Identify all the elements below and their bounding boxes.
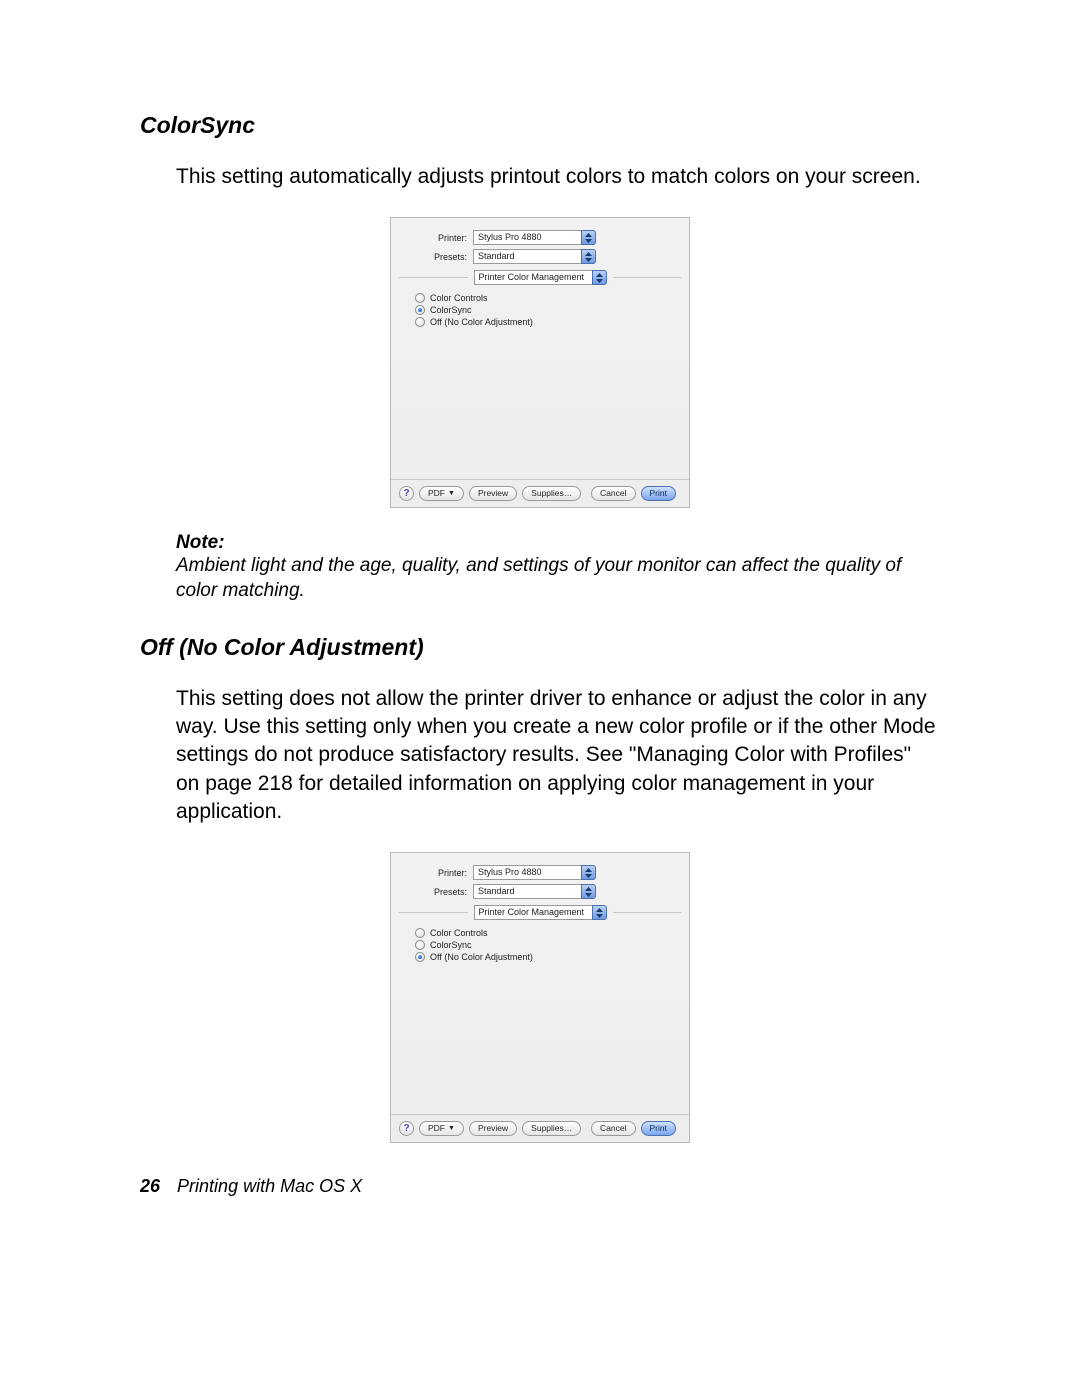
combo-presets-value: Standard: [473, 249, 581, 264]
preview-button[interactable]: Preview: [469, 1121, 517, 1136]
radio-colorsync[interactable]: ColorSync: [415, 305, 689, 315]
combo-printer-value: Stylus Pro 4880: [473, 865, 581, 880]
help-button[interactable]: ?: [399, 1121, 414, 1136]
combo-pane[interactable]: Printer Color Management: [474, 905, 607, 920]
pdf-button[interactable]: PDF▼: [419, 1121, 464, 1136]
radio-label: Color Controls: [430, 928, 488, 938]
cancel-button[interactable]: Cancel: [591, 486, 635, 501]
radio-icon: [415, 928, 425, 938]
label-printer: Printer:: [391, 233, 473, 243]
radio-label: ColorSync: [430, 940, 472, 950]
radio-icon: [415, 317, 425, 327]
radio-colorsync[interactable]: ColorSync: [415, 940, 689, 950]
paragraph-colorsync: This setting automatically adjusts print…: [176, 163, 940, 191]
updown-icon[interactable]: [592, 905, 607, 920]
label-presets: Presets:: [391, 887, 473, 897]
combo-printer[interactable]: Stylus Pro 4880: [473, 230, 596, 245]
radio-icon: [415, 952, 425, 962]
heading-off-no-color: Off (No Color Adjustment): [140, 634, 940, 661]
paragraph-off-no-color: This setting does not allow the printer …: [176, 685, 940, 827]
preview-button[interactable]: Preview: [469, 486, 517, 501]
note-heading: Note:: [176, 532, 940, 554]
updown-icon[interactable]: [592, 270, 607, 285]
radio-color-controls[interactable]: Color Controls: [415, 293, 689, 303]
cancel-button[interactable]: Cancel: [591, 1121, 635, 1136]
label-presets: Presets:: [391, 252, 473, 262]
radio-icon: [415, 940, 425, 950]
print-button[interactable]: Print: [641, 1121, 676, 1136]
separator: [613, 277, 682, 278]
radio-off[interactable]: Off (No Color Adjustment): [415, 317, 689, 327]
combo-pane-value: Printer Color Management: [474, 270, 592, 285]
radio-color-controls[interactable]: Color Controls: [415, 928, 689, 938]
radio-label: Off (No Color Adjustment): [430, 317, 533, 327]
note-text: Ambient light and the age, quality, and …: [176, 554, 940, 603]
combo-printer-value: Stylus Pro 4880: [473, 230, 581, 245]
screenshot-dialog-colorsync: Printer: Stylus Pro 4880 Presets: Standa…: [390, 217, 690, 508]
chevron-down-icon: ▼: [448, 487, 455, 500]
footer-title: Printing with Mac OS X: [177, 1176, 362, 1196]
separator: [613, 912, 682, 913]
page-number: 26: [140, 1176, 160, 1196]
radio-label: ColorSync: [430, 305, 472, 315]
supplies-button[interactable]: Supplies…: [522, 1121, 581, 1136]
radio-off[interactable]: Off (No Color Adjustment): [415, 952, 689, 962]
updown-icon[interactable]: [581, 249, 596, 264]
combo-printer[interactable]: Stylus Pro 4880: [473, 865, 596, 880]
label-printer: Printer:: [391, 868, 473, 878]
combo-pane-value: Printer Color Management: [474, 905, 592, 920]
updown-icon[interactable]: [581, 865, 596, 880]
help-button[interactable]: ?: [399, 486, 414, 501]
updown-icon[interactable]: [581, 884, 596, 899]
radio-label: Color Controls: [430, 293, 488, 303]
radio-icon: [415, 305, 425, 315]
combo-presets[interactable]: Standard: [473, 884, 596, 899]
combo-presets[interactable]: Standard: [473, 249, 596, 264]
chevron-down-icon: ▼: [448, 1122, 455, 1135]
separator: [399, 277, 468, 278]
combo-pane[interactable]: Printer Color Management: [474, 270, 607, 285]
screenshot-dialog-off: Printer: Stylus Pro 4880 Presets: Standa…: [390, 852, 690, 1143]
supplies-button[interactable]: Supplies…: [522, 486, 581, 501]
combo-presets-value: Standard: [473, 884, 581, 899]
updown-icon[interactable]: [581, 230, 596, 245]
page-footer: 26 Printing with Mac OS X: [140, 1176, 362, 1197]
heading-colorsync: ColorSync: [140, 112, 940, 139]
radio-icon: [415, 293, 425, 303]
separator: [399, 912, 468, 913]
print-button[interactable]: Print: [641, 486, 676, 501]
radio-label: Off (No Color Adjustment): [430, 952, 533, 962]
pdf-button[interactable]: PDF▼: [419, 486, 464, 501]
